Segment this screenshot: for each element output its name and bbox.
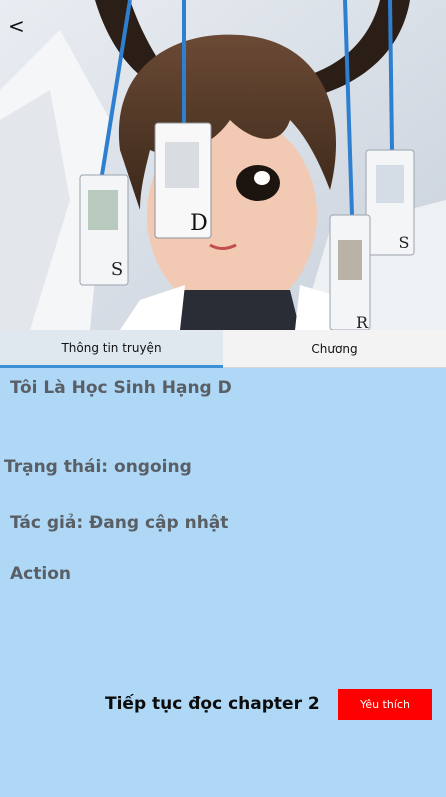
card-letter: R xyxy=(356,313,369,330)
tab-bar: Thông tin truyện Chương xyxy=(0,330,446,368)
card-letter: S xyxy=(399,233,410,252)
id-card: R xyxy=(329,214,371,330)
back-icon[interactable]: < xyxy=(8,14,28,38)
tab-chapters-label: Chương xyxy=(311,341,358,356)
tab-info-label: Thông tin truyện xyxy=(61,340,162,355)
id-card: S xyxy=(365,149,415,256)
author-text: Tác giả: Đang cập nhật xyxy=(10,513,229,533)
cover-image: S D S R < xyxy=(0,0,446,330)
info-panel: Tôi Là Học Sinh Hạng D Trạng thái: ongoi… xyxy=(0,368,446,797)
genre-text: Action xyxy=(10,564,71,584)
status-text: Trạng thái: ongoing xyxy=(4,457,192,477)
tab-info[interactable]: Thông tin truyện xyxy=(0,330,223,368)
back-glyph: < xyxy=(8,14,25,38)
id-card: D xyxy=(154,122,212,239)
card-letter: D xyxy=(190,211,208,236)
continue-reading-link[interactable]: Tiếp tục đọc chapter 2 xyxy=(105,694,320,714)
comic-title: Tôi Là Học Sinh Hạng D xyxy=(10,378,232,398)
id-card: S xyxy=(79,174,129,286)
favorite-button[interactable]: Yêu thích xyxy=(338,689,432,720)
tab-chapters[interactable]: Chương xyxy=(223,330,446,368)
card-letter: S xyxy=(111,259,123,280)
